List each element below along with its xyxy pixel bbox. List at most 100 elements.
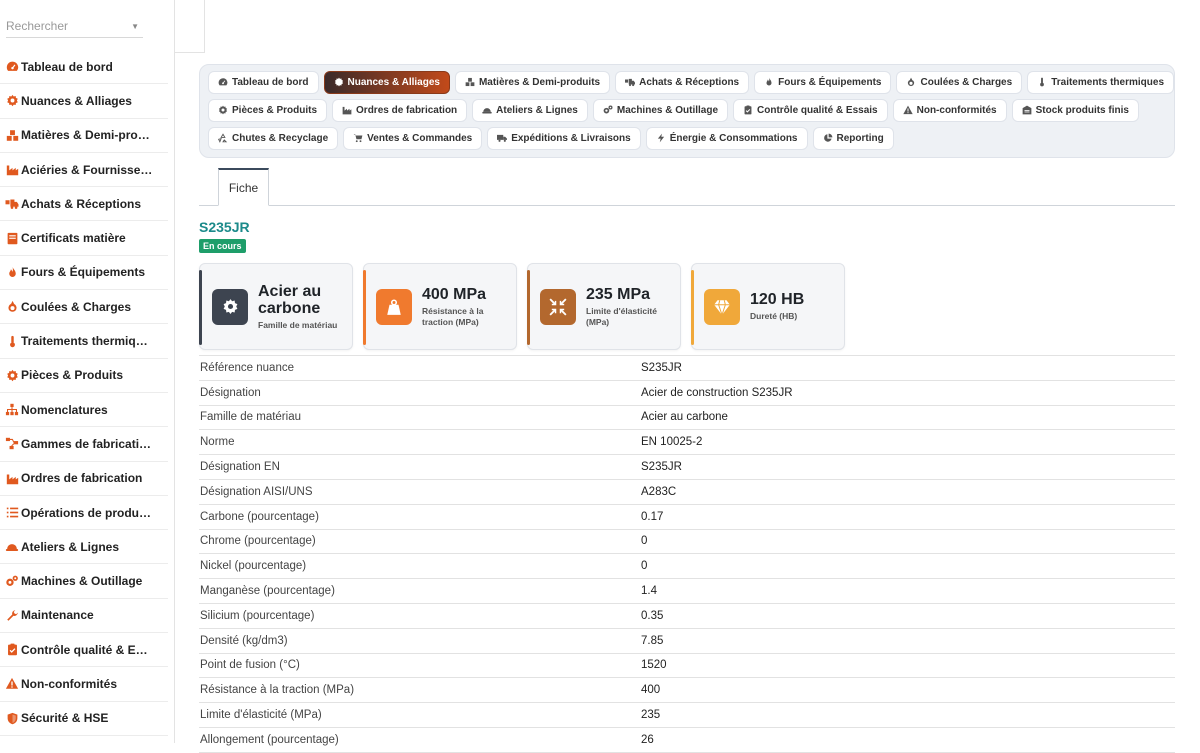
- module-tab-tableau-de-bord[interactable]: Tableau de bord: [208, 71, 319, 94]
- sidebar-item-traitements-thermiq[interactable]: Traitements thermiq…: [0, 324, 168, 359]
- field-value: 0.35: [641, 609, 664, 622]
- module-tab-label: Matières & Demi-produits: [478, 77, 601, 88]
- sidebar-item-controle-qualite-e[interactable]: Contrôle qualité & E…: [0, 633, 168, 668]
- thermometer-icon: [1037, 77, 1047, 89]
- module-tab-label: Contrôle qualité & Essais: [757, 105, 878, 116]
- module-tab-pieces-produits[interactable]: Pièces & Produits: [208, 99, 328, 122]
- industry-icon: [342, 105, 352, 117]
- field-label: Carbone (pourcentage): [200, 510, 319, 523]
- field-label: Famille de matériau: [200, 411, 301, 424]
- kpi-label: Famille de matériau: [258, 319, 338, 330]
- module-tab-label: Coulées & Charges: [920, 77, 1013, 88]
- cogs-icon: [5, 574, 19, 588]
- sidebar-item-securite-hse[interactable]: Sécurité & HSE: [0, 702, 168, 736]
- sidebar-item-label: Contrôle qualité & E…: [21, 642, 148, 657]
- hard-hat-icon: [482, 105, 492, 117]
- module-tab-ateliers-lignes[interactable]: Ateliers & Lignes: [472, 99, 588, 122]
- sidebar-item-label: Certificats matière: [21, 231, 126, 246]
- sidebar-item-machines-outillage[interactable]: Machines & Outillage: [0, 564, 168, 599]
- sidebar-item-certificats-matiere[interactable]: Certificats matière: [0, 221, 168, 256]
- module-tab-expeditions-livraisons[interactable]: Expéditions & Livraisons: [487, 127, 641, 150]
- fire-icon: [5, 265, 19, 279]
- cart-icon: [353, 133, 363, 145]
- sidebar-item-label: Nomenclatures: [21, 402, 108, 417]
- gem-icon: [704, 288, 740, 325]
- field-label: Désignation: [200, 386, 261, 399]
- module-tab-label: Stock produits finis: [1035, 105, 1129, 116]
- kpi-value: 120 HB: [750, 291, 805, 308]
- sidebar-item-tableau-de-bord[interactable]: Tableau de bord: [0, 50, 168, 85]
- module-tab-non-conformites[interactable]: Non-conformités: [892, 99, 1007, 122]
- field-label: Densité (kg/dm3): [200, 634, 288, 647]
- module-tab-stock-produits-finis[interactable]: Stock produits finis: [1011, 99, 1139, 122]
- chevron-down-icon[interactable]: ▼: [131, 22, 139, 31]
- sidebar-item-ordres-de-fabrication[interactable]: Ordres de fabrication: [0, 462, 168, 496]
- module-tab-label: Reporting: [836, 133, 884, 144]
- module-tab-traitements-thermiques[interactable]: Traitements thermiques: [1027, 71, 1174, 94]
- sidebar-item-ateliers-lignes[interactable]: Ateliers & Lignes: [0, 530, 168, 565]
- tab-fiche[interactable]: Fiche: [218, 168, 269, 206]
- module-tab-nuances-alliages[interactable]: Nuances & Alliages: [323, 71, 450, 94]
- sidebar-item-coulees-charges[interactable]: Coulées & Charges: [0, 290, 168, 325]
- factory-icon: [5, 163, 19, 177]
- module-tab-label: Traitements thermiques: [1051, 77, 1164, 88]
- module-tab-label: Machines & Outillage: [616, 105, 719, 116]
- module-tabs: Tableau de bord Nuances & Alliages Matière…: [199, 64, 1175, 158]
- kpi-card: 235 MPa Limite d'élasticité (MPa): [527, 263, 681, 350]
- module-tab-reporting[interactable]: Reporting: [812, 127, 894, 150]
- shipping-icon: [497, 133, 508, 145]
- module-tab-matieres-demi-produits[interactable]: Matières & Demi-produits: [454, 71, 611, 94]
- sidebar-item-achats-receptions[interactable]: Achats & Réceptions: [0, 187, 168, 222]
- industry-icon: [5, 471, 19, 485]
- sidebar-item-acieries-fournisse[interactable]: Aciéries & Fournisse…: [0, 153, 168, 188]
- field-label: Manganèse (pourcentage): [200, 585, 335, 598]
- sitemap-icon: [5, 403, 19, 417]
- module-tab-energie-consommations[interactable]: Énergie & Consommations: [645, 127, 808, 150]
- sidebar-item-operations-de-produ[interactable]: Opérations de produ…: [0, 496, 168, 531]
- field-label: Chrome (pourcentage): [200, 535, 316, 548]
- thermometer-icon: [5, 334, 19, 348]
- table-row: Norme EN 10025-2: [199, 430, 1175, 456]
- module-tab-controle-qualite-essais[interactable]: Contrôle qualité & Essais: [733, 99, 888, 122]
- sidebar-item-matieres-demi-pro[interactable]: Matières & Demi-pro…: [0, 119, 168, 153]
- module-tab-fours-equipements[interactable]: Fours & Équipements: [754, 71, 892, 94]
- field-label: Désignation EN: [200, 461, 280, 474]
- sidebar-item-maintenance[interactable]: Maintenance: [0, 599, 168, 634]
- sidebar-item-label: Traitements thermiq…: [21, 334, 148, 349]
- search-input[interactable]: [6, 14, 126, 33]
- sidebar-item-label: Ordres de fabrication: [21, 471, 143, 486]
- module-tab-label: Achats & Réceptions: [639, 77, 740, 88]
- sidebar-item-fours-equipements[interactable]: Fours & Équipements: [0, 256, 168, 291]
- kpi-value: 235 MPa: [586, 285, 651, 303]
- field-label: Nickel (pourcentage): [200, 560, 307, 573]
- module-tab-row: Tableau de bord Nuances & Alliages Matière…: [208, 71, 1174, 94]
- kpi-value: 400 MPa: [422, 285, 487, 303]
- burn-icon: [906, 77, 916, 89]
- table-row: Nickel (pourcentage) 0: [199, 554, 1175, 580]
- module-tab-label: Énergie & Consommations: [669, 133, 798, 144]
- sidebar-item-gammes-de-fabricati[interactable]: Gammes de fabricati…: [0, 427, 168, 462]
- module-tab-ordres-de-fabrication[interactable]: Ordres de fabrication: [332, 99, 468, 122]
- sidebar-item-label: Machines & Outillage: [21, 574, 143, 589]
- kpi-label: Résistance à la traction (MPa): [422, 305, 484, 327]
- record-title: S235JR: [199, 219, 250, 235]
- clipboard-check-icon: [743, 105, 753, 117]
- compress-icon: [540, 288, 576, 325]
- sidebar-item-nomenclatures[interactable]: Nomenclatures: [0, 393, 168, 428]
- sidebar-item-pieces-produits[interactable]: Pièces & Produits: [0, 359, 168, 393]
- sidebar-item-non-conformites[interactable]: Non-conformités: [0, 667, 168, 702]
- kpi-label: Limite d'élasticité (MPa): [586, 305, 657, 327]
- cog-icon: [5, 368, 19, 382]
- module-tab-coulees-charges[interactable]: Coulées & Charges: [896, 71, 1023, 94]
- module-tab-chutes-recyclage[interactable]: Chutes & Recyclage: [208, 127, 339, 150]
- kpi-text: 120 HB Dureté (HB): [750, 291, 804, 322]
- module-tab-ventes-commandes[interactable]: Ventes & Commandes: [343, 127, 483, 150]
- module-tab-label: Fours & Équipements: [778, 77, 882, 88]
- module-tab-achats-receptions[interactable]: Achats & Réceptions: [615, 71, 750, 94]
- sidebar-item-nuances-alliages[interactable]: Nuances & Alliages: [0, 84, 168, 119]
- truck-loading-icon: [5, 197, 19, 211]
- sidebar-search[interactable]: ▼: [6, 14, 143, 38]
- table-row: Désignation Acier de construction S235JR: [199, 381, 1175, 406]
- sidebar-nav: Tableau de bord Nuances & Alliages Matière…: [0, 50, 174, 736]
- module-tab-machines-outillage[interactable]: Machines & Outillage: [592, 99, 729, 122]
